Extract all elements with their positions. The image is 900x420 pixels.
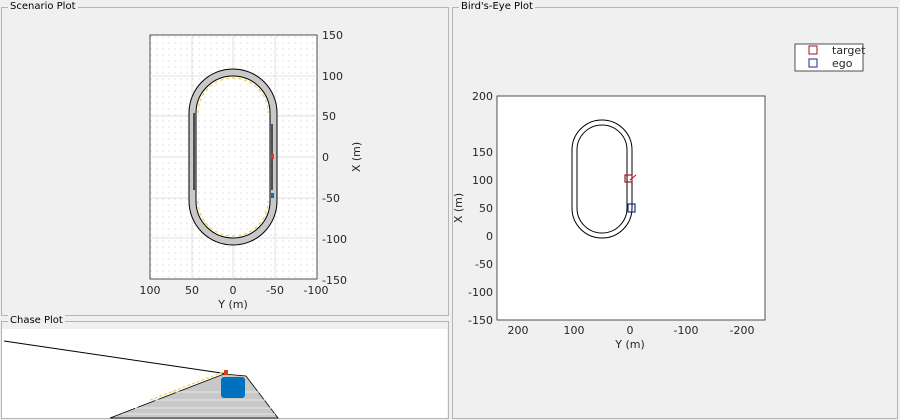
svg-text:50: 50: [479, 202, 493, 215]
svg-text:0: 0: [486, 230, 493, 243]
svg-text:0: 0: [627, 324, 634, 337]
birdseye-plot-axes[interactable]: 200 100 0 -100 -200 200 150 100 50 0 -50…: [0, 0, 900, 420]
svg-text:-200: -200: [730, 324, 755, 337]
svg-text:100: 100: [564, 324, 585, 337]
svg-text:100: 100: [472, 174, 493, 187]
legend-ego-label: ego: [832, 57, 853, 70]
birdseye-plot-area[interactable]: [496, 95, 766, 321]
svg-text:200: 200: [472, 90, 493, 103]
legend-target-label: target: [832, 44, 866, 57]
svg-text:-50: -50: [475, 258, 493, 271]
birdseye-y-ticks: 200 150 100 50 0 -50 -100 -150: [468, 90, 493, 327]
birdseye-y-label: X (m): [452, 193, 465, 223]
svg-text:-150: -150: [468, 314, 493, 327]
birdseye-x-ticks: 200 100 0 -100 -200: [508, 324, 755, 337]
svg-text:150: 150: [472, 146, 493, 159]
svg-text:-100: -100: [468, 286, 493, 299]
svg-text:200: 200: [508, 324, 529, 337]
birdseye-legend[interactable]: target ego: [794, 43, 866, 72]
birdseye-x-label: Y (m): [614, 338, 645, 351]
svg-text:-100: -100: [674, 324, 699, 337]
